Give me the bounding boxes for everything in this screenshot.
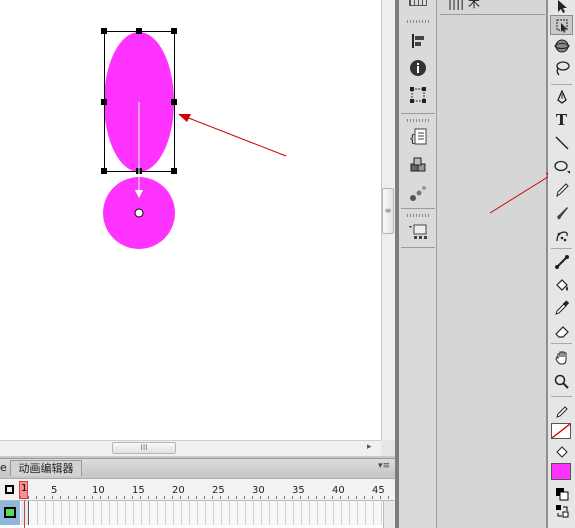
motion-presets-icon[interactable] xyxy=(407,182,429,204)
ruler-ticks xyxy=(20,496,390,499)
panel-separator xyxy=(401,208,435,209)
frame-tick-label: 40 xyxy=(332,485,345,496)
horizontal-scroll-thumb[interactable]: III xyxy=(112,442,176,454)
brush-tool-icon[interactable] xyxy=(550,203,573,223)
vertical-scroll-thumb[interactable]: ≡ xyxy=(382,188,394,234)
panel-grip[interactable] xyxy=(407,214,429,217)
components-icon[interactable] xyxy=(407,155,429,177)
panel-top-icon[interactable] xyxy=(409,0,427,6)
layer-color-icon[interactable] xyxy=(4,507,16,518)
transformation-point[interactable] xyxy=(134,208,144,218)
align-icon[interactable] xyxy=(407,30,429,52)
paint-bucket-tool-icon[interactable] xyxy=(550,275,573,295)
eyedropper-tool-icon[interactable] xyxy=(550,298,573,318)
panel-separator xyxy=(401,247,435,248)
info-icon[interactable] xyxy=(407,57,429,79)
panel-header-line xyxy=(440,14,545,15)
tool-separator xyxy=(551,248,572,249)
stroke-color-icon[interactable] xyxy=(550,402,573,422)
annotation-arrow-line xyxy=(185,116,287,157)
scroll-corner xyxy=(381,440,395,456)
transform-icon[interactable] xyxy=(407,84,429,106)
line-tool-icon[interactable] xyxy=(550,133,573,153)
frame-tick-label: 30 xyxy=(252,485,265,496)
text-tool-icon[interactable]: T xyxy=(550,110,573,130)
stage-canvas[interactable] xyxy=(0,0,381,440)
frame-tick-label: 5 xyxy=(51,485,58,496)
playhead-frame-number: 1 xyxy=(21,483,28,494)
frame-tick-label: 35 xyxy=(292,485,305,496)
lasso-tool-icon[interactable] xyxy=(550,58,573,78)
panel-grip[interactable] xyxy=(407,119,429,122)
frame-tick-label: 25 xyxy=(212,485,225,496)
free-transform-tool-icon[interactable] xyxy=(550,15,573,35)
timeline-vertical-scrollbar[interactable] xyxy=(383,501,395,528)
stage-artwork xyxy=(101,28,287,249)
bone-tool-icon[interactable] xyxy=(550,252,573,272)
deco-tool-icon[interactable] xyxy=(550,226,573,246)
frame-tick-label: 15 xyxy=(132,485,145,496)
tool-separator xyxy=(551,84,572,85)
selection-tool-icon[interactable] xyxy=(550,0,573,16)
swap-colors-icon[interactable] xyxy=(550,501,573,521)
fill-color-swatch[interactable] xyxy=(551,463,571,480)
playhead-line xyxy=(24,500,25,528)
3d-rotation-tool-icon[interactable] xyxy=(550,36,573,56)
actions-code-icon[interactable]: { xyxy=(407,126,429,148)
pen-tool-icon[interactable] xyxy=(550,88,573,108)
frame-cells[interactable] xyxy=(30,501,382,525)
eraser-tool-icon[interactable] xyxy=(550,321,573,341)
tool-separator xyxy=(551,396,572,397)
frame-tick-label: 10 xyxy=(92,485,105,496)
frame-tick-label: 20 xyxy=(172,485,185,496)
tab-motion-editor[interactable]: 动画编辑器 xyxy=(10,460,82,476)
panel-grip[interactable] xyxy=(407,20,429,23)
fill-color-icon[interactable] xyxy=(550,442,573,462)
library-icon[interactable] xyxy=(407,222,429,244)
stroke-color-swatch[interactable] xyxy=(551,423,571,439)
oval-tool-icon[interactable] xyxy=(550,156,573,176)
expanded-panel-area xyxy=(437,0,548,528)
svg-text:{: { xyxy=(409,132,416,145)
frame-tick-label: 45 xyxy=(372,485,385,496)
panel-top-label[interactable]: |||| 术 xyxy=(448,0,480,11)
layer-outline-icon[interactable] xyxy=(5,485,14,494)
hand-tool-icon[interactable] xyxy=(550,348,573,368)
timeline-menu-icon[interactable]: ▾≡ xyxy=(378,461,390,471)
tool-separator xyxy=(551,343,572,344)
scroll-right-arrow[interactable]: ▸ xyxy=(367,442,372,452)
keyframe-cell[interactable] xyxy=(21,501,29,525)
horizontal-scrollbar[interactable] xyxy=(0,440,381,456)
panel-separator xyxy=(401,113,435,114)
collapsed-panel-icons xyxy=(399,0,437,528)
pencil-tool-icon[interactable] xyxy=(550,180,573,200)
timeline-tab-fragment[interactable]: e xyxy=(0,460,8,476)
zoom-tool-icon[interactable] xyxy=(550,372,573,392)
